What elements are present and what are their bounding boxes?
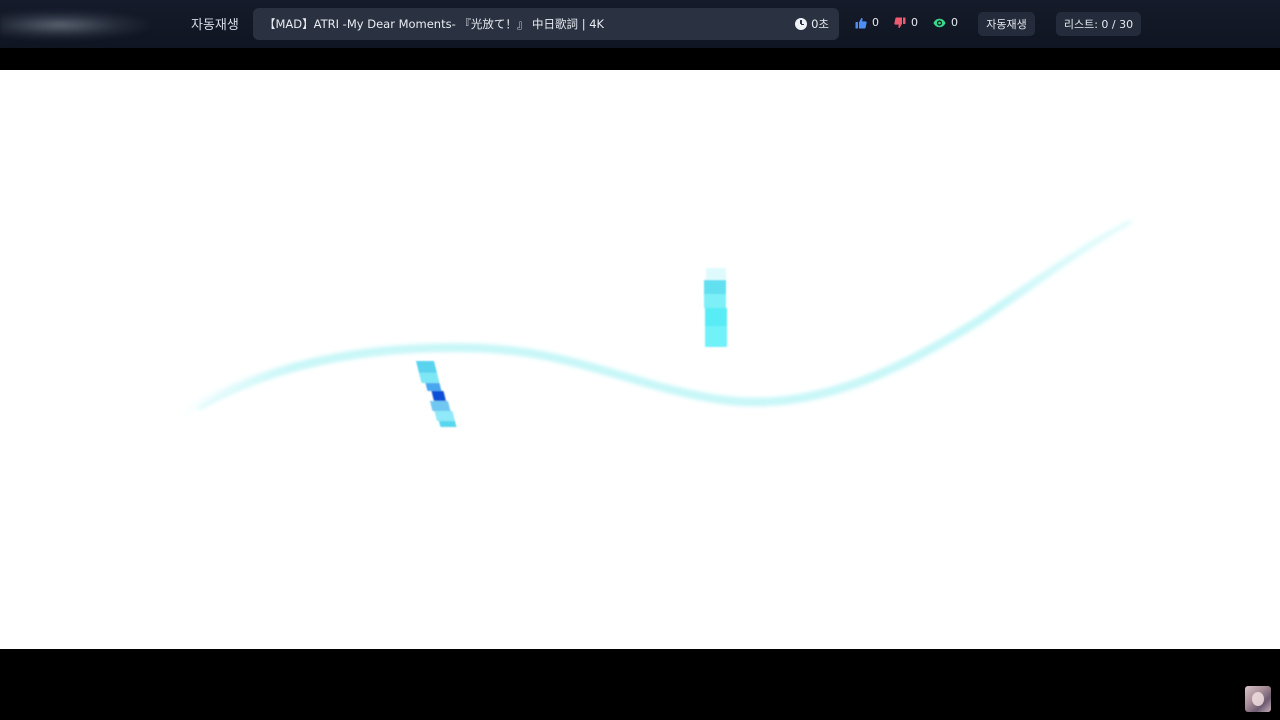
letterbox-bottom (0, 649, 1280, 720)
thumbs-up-icon (855, 17, 867, 28)
elapsed-time-text: 0초 (811, 17, 829, 31)
clock-icon (795, 18, 808, 30)
video-player[interactable] (0, 70, 1280, 649)
letterbox-top (0, 48, 1280, 70)
glitch-block-right (704, 268, 727, 347)
autoplay-label: 자동재생 (191, 18, 239, 33)
dislike-stat[interactable]: 0 (894, 16, 918, 29)
avatar[interactable] (1245, 686, 1271, 712)
video-title: 【MAD】ATRI -My Dear Moments- 『光放て！』 中日歌詞 … (264, 17, 605, 31)
dislike-count: 0 (911, 16, 918, 29)
site-logo[interactable] (0, 10, 150, 40)
like-stat[interactable]: 0 (855, 16, 879, 29)
views-stat: 0 (933, 16, 958, 29)
video-frame (176, 216, 1144, 427)
like-count: 0 (872, 16, 879, 29)
thumbs-down-icon (894, 17, 906, 28)
top-bar: 자동재생 【MAD】ATRI -My Dear Moments- 『光放て！』 … (0, 0, 1280, 48)
views-count: 0 (951, 16, 958, 29)
autoplay-button[interactable]: 자동재생 (978, 12, 1035, 36)
elapsed-time: 0초 (795, 16, 829, 32)
playlist-button[interactable]: 리스트: 0 / 30 (1056, 12, 1141, 36)
video-title-box: 【MAD】ATRI -My Dear Moments- 『光放て！』 中日歌詞 … (253, 8, 839, 40)
eye-icon (933, 18, 946, 27)
glitch-block-left (416, 361, 457, 427)
